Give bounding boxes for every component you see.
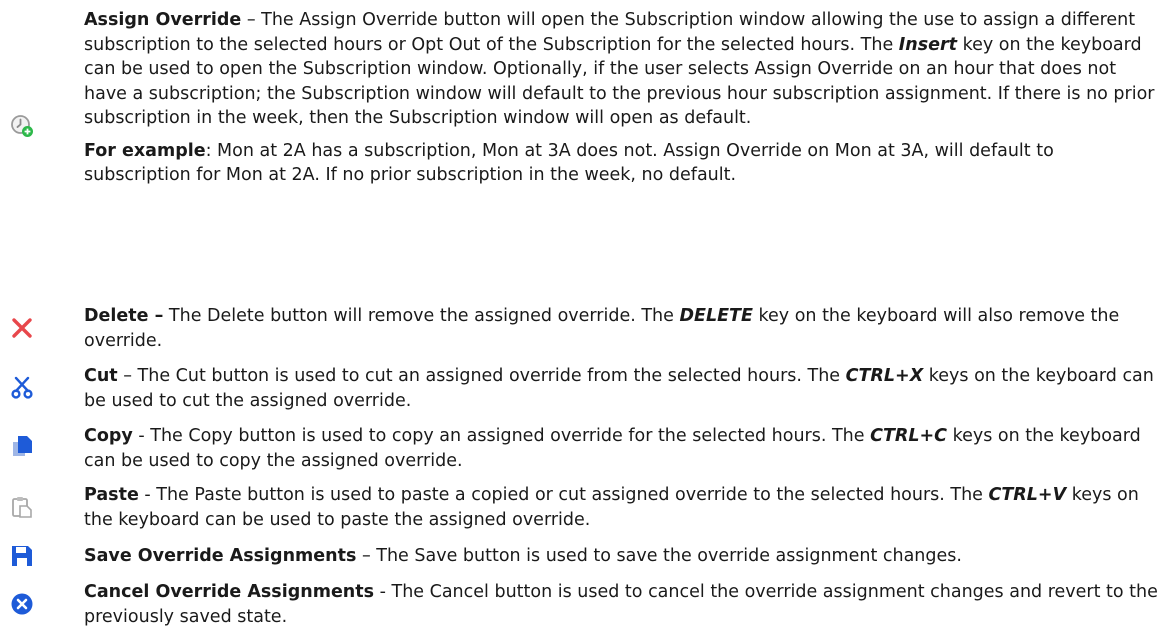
example-label: For example xyxy=(84,140,206,161)
delete-text: The Delete button will remove the assign… xyxy=(163,306,680,326)
save-text: – The Save button is used to save the ov… xyxy=(356,546,962,566)
copy-description: Copy - The Copy button is used to copy a… xyxy=(84,424,1164,473)
paste-text: - The Paste button is used to paste a co… xyxy=(138,485,989,505)
paste-description: Paste - The Paste button is used to past… xyxy=(84,483,1164,532)
copy-title: Copy xyxy=(84,426,133,446)
save-title: Save Override Assignments xyxy=(84,546,357,566)
delete-x-icon xyxy=(8,314,36,342)
insert-key-label: Insert xyxy=(898,34,958,55)
delete-title: Delete – xyxy=(84,306,164,326)
cut-paragraph: Cut – The Cut button is used to cut an a… xyxy=(84,364,1164,413)
cut-title: Cut xyxy=(84,366,118,386)
ctrl-x-key-label: CTRL+X xyxy=(845,366,924,386)
clock-plus-icon xyxy=(8,112,36,140)
cancel-circle-icon xyxy=(8,590,36,618)
scissors-icon xyxy=(8,373,36,401)
delete-key-label: DELETE xyxy=(679,306,753,326)
assign-override-separator: – xyxy=(241,10,262,30)
assign-override-example: For example: Mon at 2A has a subscriptio… xyxy=(84,139,1164,188)
assign-override-description: Assign Override – The Assign Override bu… xyxy=(84,8,1164,188)
save-description: Save Override Assignments – The Save but… xyxy=(84,544,1164,569)
delete-description: Delete – The Delete button will remove t… xyxy=(84,304,1164,353)
paste-icon xyxy=(8,493,36,521)
copy-paragraph: Copy - The Copy button is used to copy a… xyxy=(84,424,1164,473)
paste-paragraph: Paste - The Paste button is used to past… xyxy=(84,483,1164,532)
cancel-paragraph: Cancel Override Assignments - The Cancel… xyxy=(84,580,1164,629)
copy-icon xyxy=(8,432,36,460)
paste-title: Paste xyxy=(84,485,139,505)
cut-text: – The Cut button is used to cut an assig… xyxy=(117,366,846,386)
assign-override-title: Assign Override xyxy=(84,10,242,30)
ctrl-v-key-label: CTRL+V xyxy=(988,485,1067,505)
cancel-description: Cancel Override Assignments - The Cancel… xyxy=(84,580,1164,629)
example-text: : Mon at 2A has a subscription, Mon at 3… xyxy=(84,140,1054,186)
save-disk-icon xyxy=(8,542,36,570)
ctrl-c-key-label: CTRL+C xyxy=(870,426,948,446)
cut-description: Cut – The Cut button is used to cut an a… xyxy=(84,364,1164,413)
save-paragraph: Save Override Assignments – The Save but… xyxy=(84,544,1164,569)
cancel-title: Cancel Override Assignments xyxy=(84,582,375,602)
copy-text: - The Copy button is used to copy an ass… xyxy=(132,426,871,446)
delete-paragraph: Delete – The Delete button will remove t… xyxy=(84,304,1164,353)
assign-override-paragraph: Assign Override – The Assign Override bu… xyxy=(84,8,1164,131)
